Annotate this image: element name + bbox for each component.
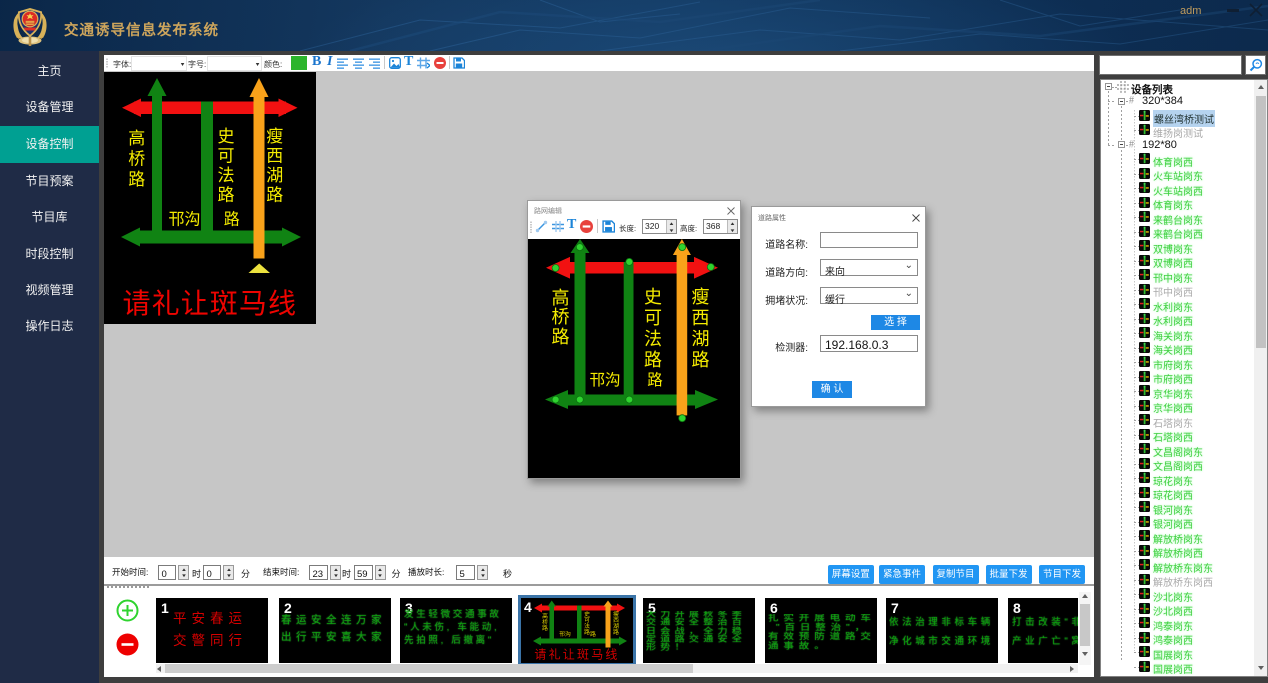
svg-text:瘦: 瘦 (692, 287, 710, 307)
svg-text:请礼让斑马线: 请礼让斑马线 (123, 288, 298, 319)
svg-text:史: 史 (584, 610, 590, 618)
svg-text:邗沟: 邗沟 (559, 630, 571, 638)
svg-text:湖: 湖 (613, 622, 619, 630)
svg-text:请礼让斑马线: 请礼让斑马线 (534, 647, 619, 662)
svg-text:瘦: 瘦 (266, 127, 283, 146)
svg-text:法: 法 (584, 622, 590, 630)
svg-text:路: 路 (128, 170, 145, 189)
svg-text:邗沟: 邗沟 (589, 371, 620, 389)
svg-text:桥: 桥 (128, 150, 145, 169)
svg-text:史: 史 (644, 287, 662, 307)
svg-text:湖: 湖 (266, 166, 283, 185)
svg-text:路: 路 (552, 327, 570, 347)
svg-text:可: 可 (218, 147, 235, 166)
svg-text:可: 可 (644, 308, 662, 328)
svg-text:路: 路 (647, 371, 663, 389)
svg-text:路: 路 (692, 350, 710, 370)
svg-text:法: 法 (644, 329, 662, 349)
svg-text:高: 高 (128, 129, 145, 148)
svg-text:路: 路 (542, 624, 548, 632)
svg-text:高: 高 (542, 612, 548, 620)
svg-text:路: 路 (590, 630, 596, 638)
svg-text:路: 路 (644, 350, 662, 370)
svg-text:桥: 桥 (542, 618, 548, 626)
svg-text:史: 史 (218, 127, 235, 146)
svg-text:高: 高 (552, 288, 570, 308)
svg-text:西: 西 (266, 147, 283, 166)
svg-text:路: 路 (218, 186, 235, 205)
svg-text:瘦: 瘦 (613, 610, 619, 618)
svg-text:路: 路 (266, 186, 283, 205)
svg-text:法: 法 (218, 166, 235, 185)
svg-text:桥: 桥 (552, 307, 570, 327)
svg-text:西: 西 (692, 308, 710, 328)
svg-text:西: 西 (613, 617, 619, 624)
svg-text:路: 路 (224, 211, 240, 229)
svg-text:可: 可 (584, 617, 590, 624)
svg-text:邗沟: 邗沟 (168, 211, 200, 229)
svg-text:路: 路 (613, 628, 619, 636)
svg-text:湖: 湖 (692, 329, 710, 349)
